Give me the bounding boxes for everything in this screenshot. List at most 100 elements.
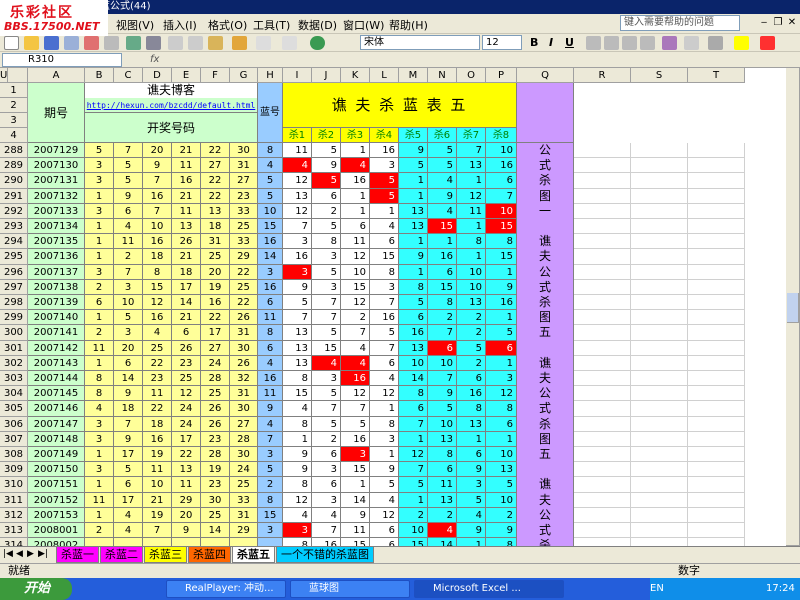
red-ball-cell[interactable]: 31 xyxy=(230,325,258,341)
red-ball-cell[interactable]: 4 xyxy=(143,325,172,341)
empty-cell[interactable] xyxy=(688,143,745,159)
row-header[interactable]: 301 xyxy=(0,340,28,356)
red-ball-cell[interactable]: 12 xyxy=(172,386,201,402)
sha-cell[interactable]: 14 xyxy=(428,538,457,546)
empty-cell[interactable] xyxy=(688,295,745,311)
red-ball-cell[interactable]: 3 xyxy=(114,279,143,295)
row-header[interactable]: 310 xyxy=(0,477,28,493)
function-icon[interactable]: fx xyxy=(150,54,159,65)
side-text-cell[interactable]: 式 xyxy=(517,401,574,417)
sha-header-4[interactable]: 杀4 xyxy=(370,128,399,143)
sha-cell[interactable]: 1 xyxy=(399,234,428,250)
open-icon[interactable] xyxy=(24,36,39,50)
red-ball-cell[interactable]: 32 xyxy=(230,371,258,387)
column-header-A[interactable]: A xyxy=(28,68,85,83)
redo-icon[interactable] xyxy=(282,36,297,50)
sha-cell[interactable]: 5 xyxy=(428,401,457,417)
sha-cell[interactable]: 5 xyxy=(486,325,517,341)
red-ball-cell[interactable]: 26 xyxy=(201,416,230,432)
red-ball-cell[interactable]: 22 xyxy=(201,173,230,189)
red-ball-cell[interactable]: 22 xyxy=(143,355,172,371)
red-ball-cell[interactable]: 18 xyxy=(172,264,201,280)
sha-header-3[interactable]: 杀3 xyxy=(341,128,370,143)
empty-cell[interactable] xyxy=(688,173,745,189)
sha-cell[interactable]: 4 xyxy=(370,219,399,235)
font-size-select[interactable]: 12 xyxy=(482,35,522,50)
red-ball-cell[interactable]: 6 xyxy=(172,325,201,341)
borders-icon[interactable] xyxy=(708,36,723,50)
sha-cell[interactable]: 11 xyxy=(283,143,312,159)
sha-cell[interactable]: 4 xyxy=(428,523,457,539)
sha-cell[interactable]: 5 xyxy=(428,158,457,174)
sha-cell[interactable]: 1 xyxy=(370,447,399,463)
sha-cell[interactable]: 1 xyxy=(457,219,486,235)
red-ball-cell[interactable]: 25 xyxy=(230,477,258,493)
sha-cell[interactable]: 7 xyxy=(283,310,312,326)
sha-cell[interactable]: 9 xyxy=(283,447,312,463)
sheet-tab[interactable]: 一个不错的杀蓝图 xyxy=(276,547,374,563)
sha-cell[interactable]: 13 xyxy=(457,416,486,432)
red-ball-cell[interactable]: 6 xyxy=(114,355,143,371)
red-ball-cell[interactable]: 11 xyxy=(85,340,114,356)
red-ball-cell[interactable]: 5 xyxy=(114,158,143,174)
sha-cell[interactable]: 3 xyxy=(457,477,486,493)
red-ball-cell[interactable]: 31 xyxy=(201,234,230,250)
sha-cell[interactable]: 12 xyxy=(370,386,399,402)
kaijiang-header[interactable]: 开奖号码 xyxy=(85,113,258,143)
red-ball-cell[interactable]: 26 xyxy=(172,340,201,356)
sha-cell[interactable]: 7 xyxy=(312,401,341,417)
red-ball-cell[interactable]: 23 xyxy=(201,431,230,447)
red-ball-cell[interactable]: 8 xyxy=(85,371,114,387)
red-ball-cell[interactable]: 24 xyxy=(201,355,230,371)
sha-cell[interactable]: 12 xyxy=(283,173,312,189)
row-header[interactable]: 294 xyxy=(0,234,28,250)
sha-cell[interactable]: 1 xyxy=(399,492,428,508)
red-ball-cell[interactable]: 19 xyxy=(201,279,230,295)
red-ball-cell[interactable]: 16 xyxy=(201,295,230,311)
sha-cell[interactable]: 7 xyxy=(399,462,428,478)
issue-cell[interactable]: 2007130 xyxy=(28,158,85,174)
sha-cell[interactable]: 6 xyxy=(312,447,341,463)
empty-cell[interactable] xyxy=(631,219,688,235)
row-header[interactable]: 308 xyxy=(0,447,28,463)
side-text-cell[interactable]: 公 xyxy=(517,507,574,523)
sha-cell[interactable]: 7 xyxy=(370,340,399,356)
sha-cell[interactable]: 4 xyxy=(283,158,312,174)
issue-cell[interactable]: 2007135 xyxy=(28,234,85,250)
sha-cell[interactable]: 8 xyxy=(457,234,486,250)
sha-cell[interactable]: 7 xyxy=(428,371,457,387)
sha-header-8[interactable]: 杀8 xyxy=(486,128,517,143)
sha-cell[interactable]: 9 xyxy=(399,143,428,159)
empty-cell[interactable] xyxy=(688,188,745,204)
empty-cell[interactable] xyxy=(688,158,745,174)
sha-cell[interactable]: 7 xyxy=(457,143,486,159)
red-ball-cell[interactable]: 12 xyxy=(143,295,172,311)
sha-cell[interactable]: 13 xyxy=(428,492,457,508)
issue-cell[interactable]: 2007148 xyxy=(28,431,85,447)
sha-cell[interactable]: 6 xyxy=(370,355,399,371)
red-ball-cell[interactable]: 2 xyxy=(85,523,114,539)
sha-cell[interactable]: 3 xyxy=(312,279,341,295)
red-ball-cell[interactable]: 22 xyxy=(143,401,172,417)
column-header-F[interactable]: F xyxy=(201,68,230,83)
empty-cell[interactable] xyxy=(574,325,631,341)
save-icon[interactable] xyxy=(44,36,59,50)
sha-cell[interactable]: 13 xyxy=(486,462,517,478)
sha-cell[interactable]: 5 xyxy=(370,325,399,341)
empty-cell[interactable] xyxy=(574,477,631,493)
column-header-N[interactable]: N xyxy=(428,68,457,83)
empty-cell[interactable] xyxy=(688,401,745,417)
red-ball-cell[interactable]: 3 xyxy=(85,416,114,432)
issue-cell[interactable]: 2007134 xyxy=(28,219,85,235)
red-ball-cell[interactable]: 8 xyxy=(85,386,114,402)
row-header[interactable]: 3 xyxy=(0,113,28,128)
sha-cell[interactable]: 13 xyxy=(399,203,428,219)
sha-cell[interactable]: 7 xyxy=(312,523,341,539)
empty-cell[interactable] xyxy=(574,188,631,204)
blue-ball-cell[interactable]: 7 xyxy=(258,431,283,447)
sha-cell[interactable]: 9 xyxy=(399,249,428,265)
sha-cell[interactable]: 11 xyxy=(457,203,486,219)
sha-header-6[interactable]: 杀6 xyxy=(428,128,457,143)
sha-cell[interactable]: 16 xyxy=(486,295,517,311)
blue-ball-cell[interactable]: 3 xyxy=(258,523,283,539)
